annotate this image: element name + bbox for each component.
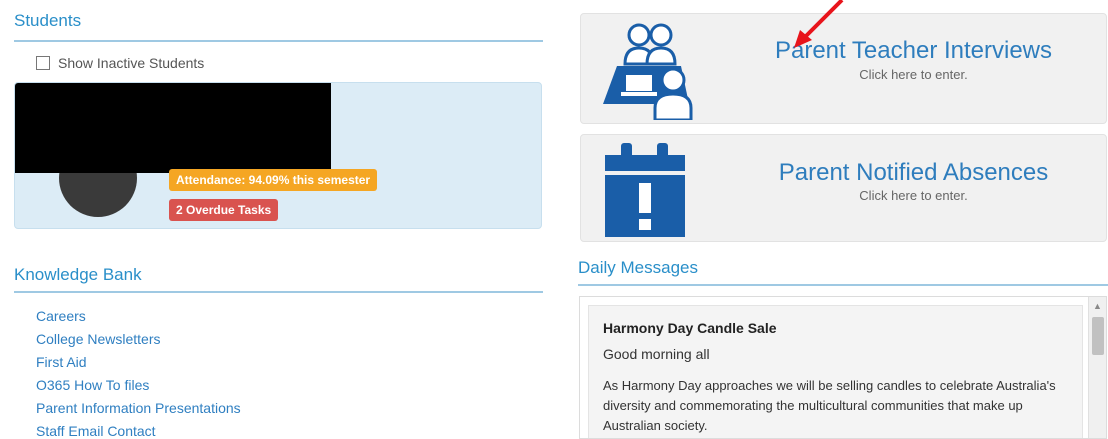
message-heading: Harmony Day Candle Sale [603, 320, 777, 336]
people-meeting-icon [603, 23, 693, 120]
kb-link-o365-how-to[interactable]: O365 How To files [36, 377, 241, 400]
student-card[interactable]: Attendance: 94.09% this semester 2 Overd… [14, 82, 542, 229]
show-inactive-checkbox[interactable] [36, 56, 50, 70]
kb-link-parent-info-presentations[interactable]: Parent Information Presentations [36, 400, 241, 423]
parent-teacher-interviews-title: Parent Teacher Interviews [774, 37, 1053, 64]
kb-link-first-aid[interactable]: First Aid [36, 354, 241, 377]
parent-notified-absences-tile[interactable]: Parent Notified Absences Click here to e… [580, 134, 1107, 242]
show-inactive-label: Show Inactive Students [58, 55, 205, 71]
parent-notified-absences-title: Parent Notified Absences [778, 159, 1049, 186]
messages-scrollbar[interactable]: ▲ [1088, 297, 1106, 438]
scroll-up-arrow-icon[interactable]: ▲ [1093, 301, 1102, 311]
calendar-alert-icon [605, 143, 685, 237]
message-greeting: Good morning all [603, 346, 710, 362]
redacted-student-info [15, 83, 331, 173]
knowledge-bank-list: Careers College Newsletters First Aid O3… [36, 308, 241, 439]
message-body: As Harmony Day approaches we will be sel… [603, 378, 1056, 433]
daily-messages-divider [578, 284, 1108, 286]
annotation-arrow-icon [794, 0, 844, 48]
attendance-badge: Attendance: 94.09% this semester [169, 169, 378, 191]
show-inactive-students-toggle[interactable]: Show Inactive Students [36, 55, 204, 71]
overdue-tasks-badge[interactable]: 2 Overdue Tasks [169, 199, 279, 221]
knowledge-bank-heading: Knowledge Bank [14, 265, 142, 284]
daily-messages-heading: Daily Messages [578, 258, 698, 277]
students-heading: Students [14, 11, 82, 30]
kb-link-college-newsletters[interactable]: College Newsletters [36, 331, 241, 354]
kb-link-staff-email-contact[interactable]: Staff Email Contact [36, 423, 241, 439]
scroll-thumb[interactable] [1092, 317, 1104, 355]
kb-link-careers[interactable]: Careers [36, 308, 241, 331]
daily-messages-panel[interactable]: Harmony Day Candle Sale Good morning all… [579, 296, 1107, 439]
parent-teacher-interviews-subtitle: Click here to enter. [859, 67, 968, 82]
parent-notified-absences-subtitle: Click here to enter. [859, 188, 968, 203]
daily-message-item: Harmony Day Candle Sale Good morning all… [588, 305, 1083, 438]
students-divider [14, 40, 543, 42]
knowledge-bank-divider [14, 291, 543, 293]
